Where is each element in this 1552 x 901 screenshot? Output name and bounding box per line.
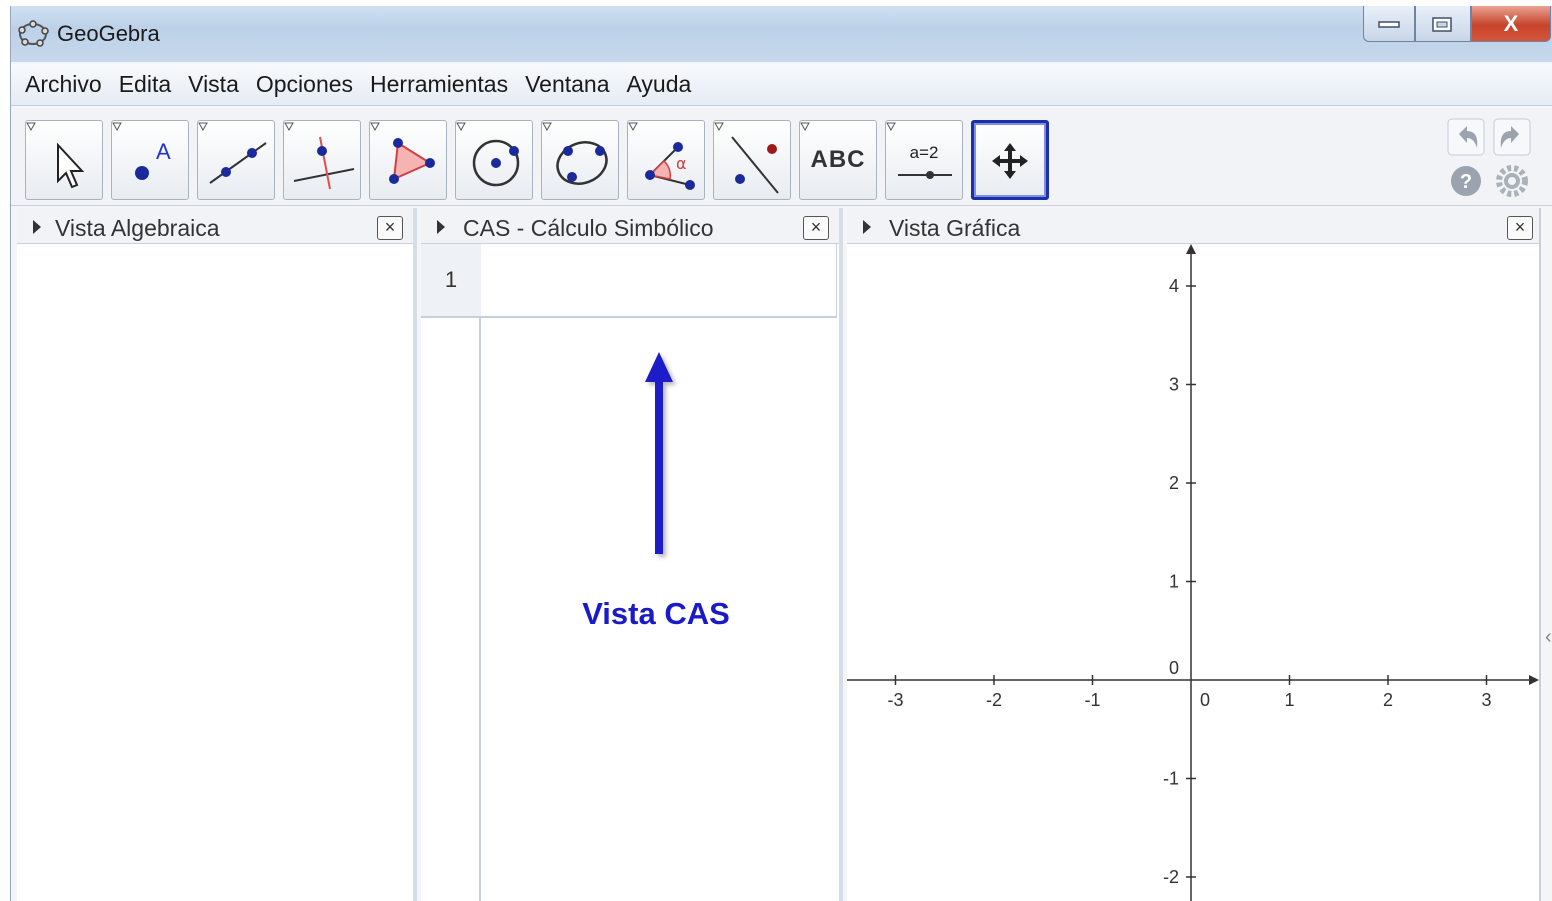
polygon-icon bbox=[389, 138, 435, 184]
x-tick-label: -1 bbox=[1084, 690, 1100, 710]
x-tick-label: 0 bbox=[1200, 690, 1210, 710]
angle-label: α bbox=[676, 154, 687, 173]
x-tick-label: -3 bbox=[887, 690, 903, 710]
cas-view-title: CAS - Cálculo Simbólico bbox=[463, 215, 714, 241]
toolbar: A α ABC a=2 ? bbox=[11, 108, 1552, 206]
conic-icon bbox=[556, 141, 608, 185]
slider-tool-button[interactable]: a=2 bbox=[885, 120, 963, 200]
y-tick-label: 1 bbox=[1169, 572, 1179, 592]
move-pointer-icon bbox=[57, 142, 85, 189]
menu-edita[interactable]: Edita bbox=[119, 71, 171, 98]
cas-annotation: Vista CAS bbox=[571, 348, 791, 638]
annotation-label: Vista CAS bbox=[582, 596, 730, 631]
algebra-view-panel: Vista Algebraica × bbox=[17, 208, 417, 901]
maximize-button[interactable] bbox=[1415, 6, 1471, 42]
line-icon bbox=[209, 142, 267, 184]
geogebra-logo-icon bbox=[18, 20, 49, 47]
y-tick-label: 0 bbox=[1169, 658, 1179, 678]
help-icon[interactable]: ? bbox=[1449, 164, 1483, 198]
graphics-canvas[interactable]: -3 -2 -1 0 1 2 3 -2 -1 0 1 2 3 4 bbox=[847, 244, 1539, 901]
conic-tool-button[interactable] bbox=[541, 120, 619, 200]
menu-herramientas[interactable]: Herramientas bbox=[370, 71, 508, 98]
perpendicular-line-icon bbox=[293, 136, 355, 190]
circle-tool-button[interactable] bbox=[455, 120, 533, 200]
svg-text:?: ? bbox=[1460, 171, 1472, 193]
line-tool-button[interactable] bbox=[197, 120, 275, 200]
restore-icon bbox=[1432, 16, 1452, 32]
text-tool-icon: ABC bbox=[810, 146, 866, 173]
algebra-view-header: Vista Algebraica × bbox=[17, 208, 413, 244]
close-graphics-view-button[interactable]: × bbox=[1507, 216, 1533, 240]
y-tick-label: 2 bbox=[1169, 473, 1179, 493]
expand-arrow-icon[interactable] bbox=[863, 220, 871, 234]
move-graphics-view-tool-button[interactable] bbox=[971, 120, 1049, 200]
move-tool-button[interactable] bbox=[25, 120, 103, 200]
perpendicular-tool-button[interactable] bbox=[283, 120, 361, 200]
menu-vista[interactable]: Vista bbox=[188, 71, 239, 98]
annotation-arrow-icon bbox=[645, 352, 673, 554]
point-icon: A bbox=[135, 139, 171, 180]
undo-icon[interactable] bbox=[1447, 118, 1485, 156]
redo-icon[interactable] bbox=[1493, 118, 1531, 156]
angle-tool-button[interactable]: α bbox=[627, 120, 705, 200]
reflect-tool-button[interactable] bbox=[713, 120, 791, 200]
point-label: A bbox=[156, 139, 171, 164]
x-tick-label: 2 bbox=[1383, 690, 1393, 710]
cas-row-gutter bbox=[421, 244, 481, 901]
y-tick-label: 4 bbox=[1169, 276, 1179, 296]
angle-icon: α bbox=[645, 142, 695, 190]
graphics-view-title: Vista Gráfica bbox=[889, 215, 1021, 241]
x-tick-label: 1 bbox=[1284, 690, 1294, 710]
graphics-view-header: Vista Gráfica × bbox=[847, 208, 1539, 244]
title-bar: GeoGebra X bbox=[11, 6, 1552, 62]
point-tool-button[interactable]: A bbox=[111, 120, 189, 200]
close-window-button[interactable]: X bbox=[1471, 6, 1551, 42]
cas-row: 1 bbox=[421, 244, 837, 318]
x-tick-label: -2 bbox=[986, 690, 1002, 710]
cas-view-panel: CAS - Cálculo Simbólico × 1 Vista CAS bbox=[421, 208, 843, 901]
menu-ayuda[interactable]: Ayuda bbox=[627, 71, 692, 98]
collapse-edge-icon[interactable]: ‹ bbox=[1545, 626, 1552, 649]
cas-row-number: 1 bbox=[421, 244, 481, 316]
y-tick-label: 3 bbox=[1169, 375, 1179, 395]
geogebra-window: GeoGebra X Archivo Edita Vista Opciones … bbox=[10, 6, 1552, 901]
polygon-tool-button[interactable] bbox=[369, 120, 447, 200]
window-title: GeoGebra bbox=[57, 21, 160, 46]
close-cas-view-button[interactable]: × bbox=[803, 216, 829, 240]
graphics-view-panel: Vista Gráfica × -3 -2 -1 0 1 2 3 -2 -1 0 1 2 3 4 bbox=[847, 208, 1541, 901]
expand-arrow-icon[interactable] bbox=[33, 220, 41, 234]
settings-icon[interactable] bbox=[1495, 164, 1529, 198]
move-graphics-view-icon bbox=[992, 143, 1028, 179]
y-tick-label: -2 bbox=[1163, 867, 1179, 887]
menu-ventana[interactable]: Ventana bbox=[525, 71, 609, 98]
menu-bar: Archivo Edita Vista Opciones Herramienta… bbox=[11, 64, 1552, 106]
x-tick-label: 3 bbox=[1481, 690, 1491, 710]
cas-view-header: CAS - Cálculo Simbólico × bbox=[421, 208, 839, 244]
y-axis-arrow-icon bbox=[1186, 244, 1196, 254]
minimize-button[interactable] bbox=[1363, 6, 1415, 42]
reflect-icon bbox=[731, 136, 779, 194]
algebra-view-title: Vista Algebraica bbox=[55, 215, 220, 241]
slider-track-icon bbox=[898, 171, 952, 179]
x-axis-arrow-icon bbox=[1529, 675, 1539, 685]
circle-icon bbox=[472, 139, 520, 187]
expand-arrow-icon[interactable] bbox=[437, 220, 445, 234]
minimize-icon bbox=[1378, 20, 1400, 28]
close-algebra-view-button[interactable]: × bbox=[377, 216, 403, 240]
y-tick-label: -1 bbox=[1163, 769, 1179, 789]
cas-input-cell[interactable] bbox=[483, 244, 837, 316]
menu-opciones[interactable]: Opciones bbox=[256, 71, 353, 98]
text-tool-button[interactable]: ABC bbox=[799, 120, 877, 200]
menu-archivo[interactable]: Archivo bbox=[25, 71, 102, 98]
